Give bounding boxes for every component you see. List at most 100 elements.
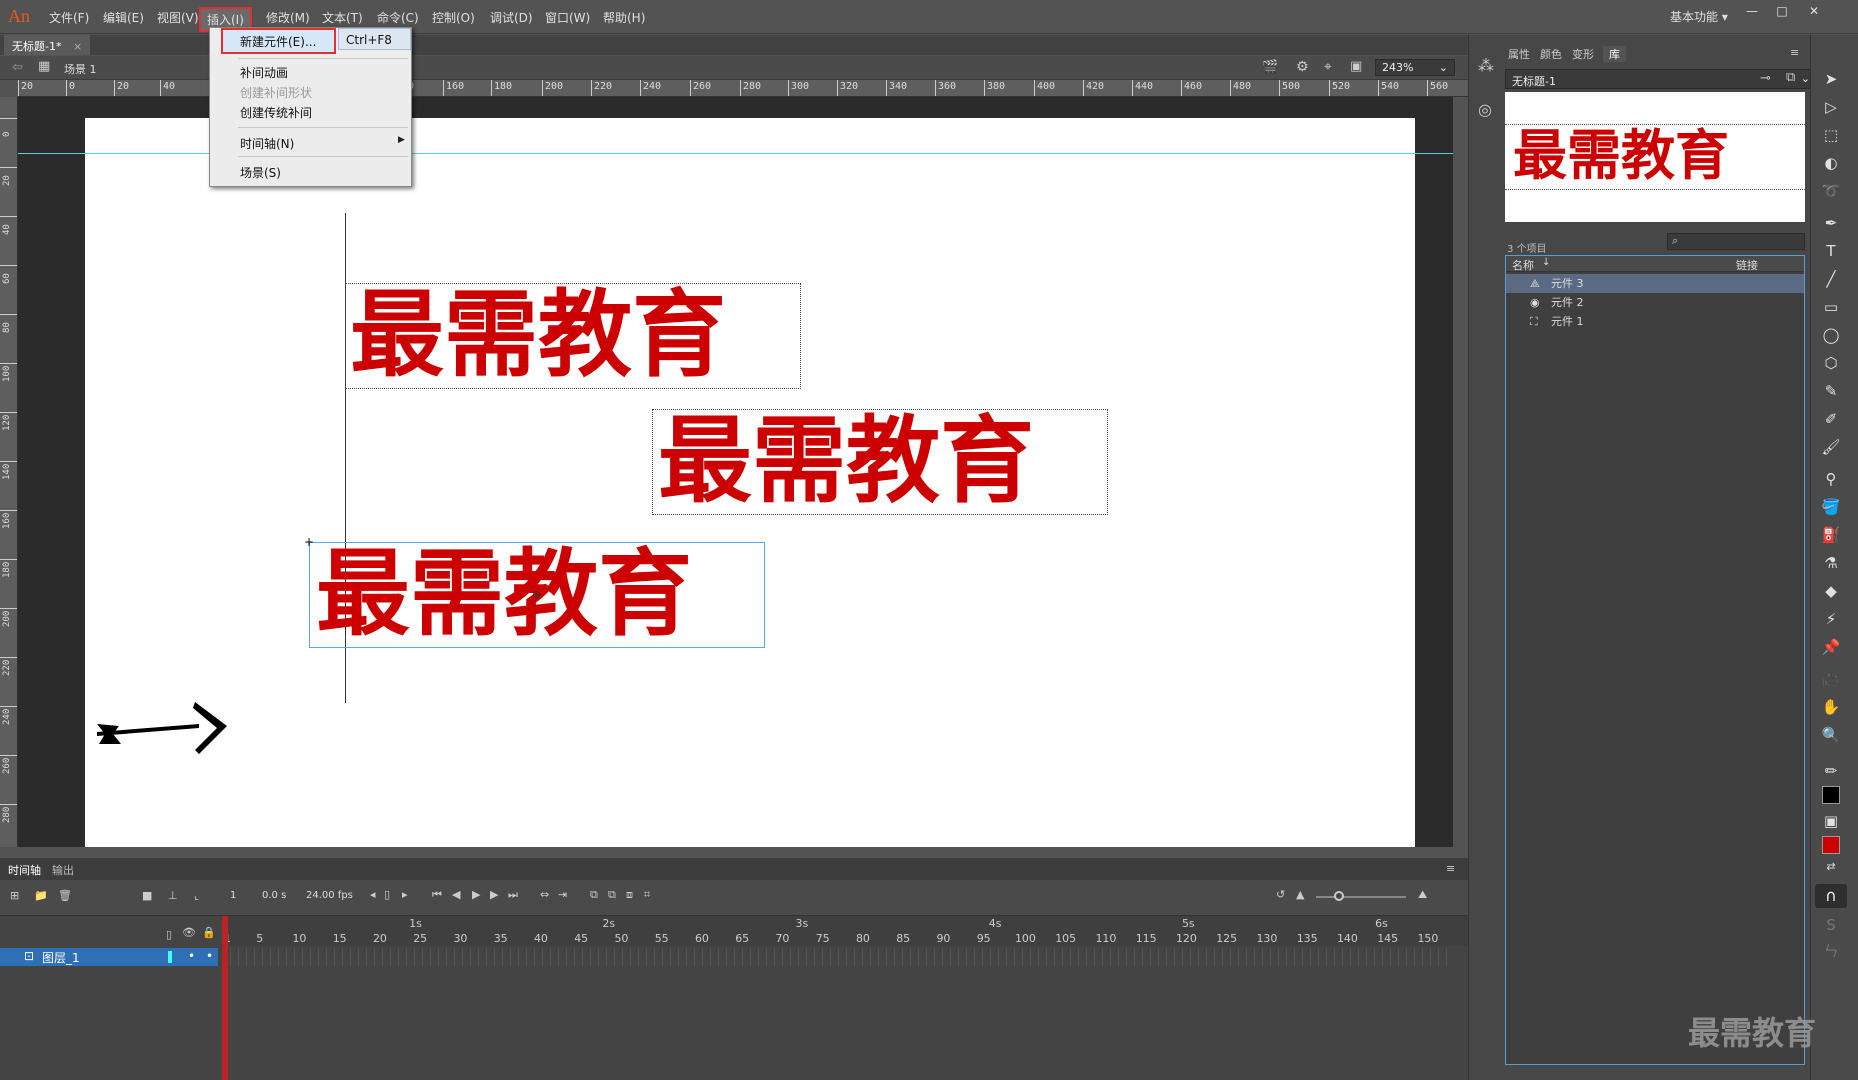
tab-properties[interactable]: 属性: [1508, 46, 1530, 62]
menu-text[interactable]: 文本(T): [322, 9, 363, 26]
maximize-button[interactable]: □: [1768, 4, 1796, 22]
first-frame-icon[interactable]: ⏮: [432, 888, 442, 902]
scene-label[interactable]: 场景 1: [64, 61, 97, 77]
subselection-tool-icon[interactable]: ▷: [1820, 96, 1842, 118]
modify-markers-icon[interactable]: ⌗: [644, 888, 650, 902]
bone-tool-icon[interactable]: ⚲: [1820, 468, 1842, 490]
menu-scene[interactable]: 场景(S): [240, 164, 281, 181]
zoom-tool-icon[interactable]: 🔍: [1820, 724, 1842, 746]
document-tab[interactable]: 无标题-1* ×: [4, 35, 91, 55]
stage-text-3[interactable]: 最需教育: [316, 542, 692, 648]
visibility-dot[interactable]: •: [188, 949, 195, 963]
oval-tool-icon[interactable]: ◯: [1820, 324, 1842, 346]
stroke-color-icon[interactable]: ✏: [1820, 760, 1842, 782]
play-icon[interactable]: ▶: [472, 888, 480, 901]
loop-icon[interactable]: ⇔: [540, 888, 549, 901]
stage-text-1[interactable]: 最需教育: [350, 283, 726, 389]
fill-color-icon[interactable]: ▣: [1820, 810, 1842, 832]
paint-bucket-icon[interactable]: 🪣: [1820, 496, 1842, 518]
free-transform-icon[interactable]: ⬚: [1820, 124, 1842, 146]
next-frame-icon[interactable]: ▶: [490, 888, 498, 901]
graph-icon[interactable]: ⌞: [194, 889, 199, 902]
paint-brush-icon[interactable]: ✐: [1820, 408, 1842, 430]
prev-frame-icon[interactable]: ◀: [452, 888, 460, 901]
width-tool-icon[interactable]: ⚡: [1820, 608, 1842, 630]
menu-file[interactable]: 文件(F): [49, 9, 89, 26]
show-all-icon[interactable]: ▯: [166, 928, 172, 941]
col-name[interactable]: 名称: [1512, 257, 1534, 273]
text-tool-icon[interactable]: T: [1820, 240, 1842, 262]
layer-row[interactable]: ⊡ 图层_1 • •: [0, 948, 218, 966]
asset-warp-icon[interactable]: 📌: [1820, 636, 1842, 658]
eraser-icon[interactable]: ◆: [1820, 580, 1842, 602]
scale-icon[interactable]: ▲: [1296, 888, 1304, 901]
step-back-icon[interactable]: ◂: [370, 888, 376, 901]
layer-name[interactable]: 图层_1: [42, 949, 80, 966]
current-time[interactable]: 0.0 s: [262, 890, 286, 901]
delete-layer-icon[interactable]: 🗑: [58, 889, 72, 902]
tab-transform[interactable]: 变形: [1572, 46, 1594, 62]
menu-classic-tween[interactable]: 创建传统补间: [240, 104, 312, 121]
lasso-icon[interactable]: ➰: [1820, 180, 1842, 202]
lock-dot[interactable]: •: [206, 949, 213, 963]
center-frame-icon[interactable]: ⇥: [558, 888, 567, 901]
snap-magnet-icon[interactable]: ∩: [1815, 884, 1847, 908]
fill-color-swatch[interactable]: [1822, 836, 1840, 854]
timeline-zoom-slider[interactable]: [1316, 896, 1406, 898]
ink-bottle-icon[interactable]: ⛽: [1820, 524, 1842, 546]
col-link[interactable]: 链接: [1736, 257, 1758, 273]
eye-icon[interactable]: 👁: [182, 926, 196, 939]
lock-icon[interactable]: 🔒: [202, 926, 216, 939]
transform-point-icon[interactable]: ⊕: [532, 588, 541, 601]
mountain-icon[interactable]: ⛰: [1418, 888, 1427, 902]
current-frame[interactable]: 1: [230, 890, 236, 901]
library-search-input[interactable]: ⌕: [1667, 233, 1805, 250]
rectangle-tool-icon[interactable]: ▭: [1820, 296, 1842, 318]
menu-help[interactable]: 帮助(H): [603, 9, 645, 26]
polystar-tool-icon[interactable]: ⬡: [1820, 352, 1842, 374]
undo-icon[interactable]: ↺: [1276, 888, 1285, 901]
library-item[interactable]: ◉ 元件 2: [1506, 293, 1804, 312]
line-tool-icon[interactable]: ╱: [1820, 268, 1842, 290]
library-item[interactable]: ⛶ 元件 1: [1506, 312, 1804, 331]
menu-debug[interactable]: 调试(D): [490, 9, 533, 26]
menu-motion-tween[interactable]: 补间动画: [240, 64, 288, 81]
step-forward-icon[interactable]: ▸: [402, 888, 408, 901]
menu-view[interactable]: 视图(V): [157, 9, 199, 26]
menu-timeline[interactable]: 时间轴(N): [240, 135, 294, 152]
zoom-select[interactable]: 243% ⌄: [1375, 59, 1455, 76]
motion-presets-icon[interactable]: ⁂: [1478, 56, 1494, 75]
tab-color[interactable]: 颜色: [1540, 46, 1562, 62]
back-arrow-icon[interactable]: ⇦: [12, 60, 23, 75]
menu-new-symbol[interactable]: 新建元件(E)...: [240, 33, 316, 50]
frame-rate[interactable]: 24.00 fps: [306, 890, 353, 901]
clapper-icon[interactable]: 🎬: [1262, 60, 1278, 75]
menu-window[interactable]: 窗口(W): [545, 9, 590, 26]
camera-icon[interactable]: 🎥: [1820, 668, 1842, 690]
menu-control[interactable]: 控制(O): [432, 9, 475, 26]
stroke-color-swatch[interactable]: [1822, 786, 1840, 804]
new-library-panel-icon[interactable]: ⧉: [1786, 70, 1795, 85]
new-folder-icon[interactable]: 📁: [34, 889, 48, 902]
pencil-tool-icon[interactable]: ✎: [1820, 380, 1842, 402]
edit-symbol-icon[interactable]: ⚙: [1296, 59, 1309, 75]
tab-output[interactable]: 输出: [52, 862, 74, 878]
swap-colors-icon[interactable]: ⇄: [1820, 856, 1842, 878]
panel-menu-icon[interactable]: ≡: [1790, 46, 1799, 59]
panel-menu-icon[interactable]: ≡: [1446, 862, 1455, 875]
layer-frames[interactable]: [222, 948, 1452, 966]
tab-library[interactable]: 库: [1603, 46, 1626, 62]
onion-skin-icon[interactable]: ⧉: [590, 888, 598, 902]
workspace-selector[interactable]: 基本功能 ▾: [1670, 8, 1728, 25]
new-layer-icon[interactable]: ⊞: [10, 889, 19, 902]
arrow-graphic[interactable]: [95, 700, 230, 760]
parenting-icon[interactable]: ⊥: [168, 889, 178, 902]
stage-text-2[interactable]: 最需教育: [658, 409, 1034, 515]
last-frame-icon[interactable]: ⏭: [508, 888, 518, 902]
edit-multiple-icon[interactable]: ⧈: [626, 888, 633, 902]
brush-tool-icon[interactable]: 🖌: [1820, 436, 1842, 458]
tab-timeline[interactable]: 时间轴: [8, 862, 41, 878]
library-item[interactable]: ⟁ 元件 3: [1506, 274, 1804, 293]
menu-modify[interactable]: 修改(M): [266, 9, 310, 26]
menu-commands[interactable]: 命令(C): [377, 9, 419, 26]
